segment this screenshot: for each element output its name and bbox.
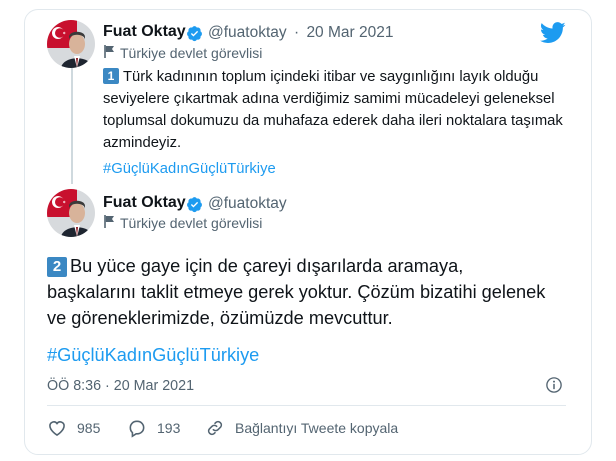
info-icon[interactable] — [545, 376, 563, 394]
number-badge: 1 — [103, 68, 119, 84]
twitter-bird-icon[interactable] — [540, 22, 566, 44]
flag-icon — [104, 215, 114, 228]
thread-connector — [71, 68, 73, 184]
tweet-date[interactable]: 20 Mar 2021 — [306, 24, 393, 41]
author-handle[interactable]: @fuatoktay — [208, 195, 287, 213]
handle-text: @fuatoktay — [208, 24, 287, 41]
link-icon — [207, 420, 223, 436]
avatar[interactable] — [47, 189, 95, 237]
avatar[interactable] — [47, 20, 95, 68]
tweet-text: 1 Türk kadınının toplum içindeki itibar v… — [103, 66, 573, 154]
heart-icon — [49, 421, 65, 437]
reply-count: 193 — [157, 420, 181, 436]
hashtag-link[interactable]: #GüçlüKadınGüçlüTürkiye — [47, 345, 259, 366]
gov-label: Türkiye devlet görevlisi — [103, 215, 262, 231]
reply-icon — [129, 420, 145, 438]
turkish-flag-icon — [47, 20, 95, 68]
divider — [47, 405, 566, 406]
tweet-text-body: Bu yüce gaye için de çareyi dışarılarda … — [47, 256, 546, 328]
reply-button[interactable]: 193 — [127, 418, 180, 438]
author-name[interactable]: Fuat Oktay — [103, 23, 186, 41]
hashtag-link[interactable]: #GüçlüKadınGüçlüTürkiye — [103, 161, 276, 177]
copy-link-button[interactable]: Bağlantıyı Tweete kopyala — [205, 418, 398, 438]
tweet-text: 2 Bu yüce gaye için de çareyi dışarılarda… — [47, 253, 557, 331]
number-badge: 2 — [47, 257, 67, 277]
verified-badge-icon — [187, 197, 202, 213]
flag-icon — [104, 45, 114, 58]
separator-dot: · — [293, 24, 300, 41]
like-button[interactable]: 985 — [47, 418, 100, 438]
gov-label-text: Türkiye devlet görevlisi — [120, 215, 263, 231]
verified-badge-icon — [187, 26, 202, 42]
author-handle[interactable]: @fuatoktay · 20 Mar 2021 — [208, 24, 393, 42]
tweet-text-body: Türk kadınının toplum içindeki itibar ve… — [103, 69, 563, 151]
author-name[interactable]: Fuat Oktay — [103, 194, 186, 212]
copy-link-label: Bağlantıyı Tweete kopyala — [235, 420, 399, 436]
like-count: 985 — [77, 420, 101, 436]
turkish-flag-icon — [47, 189, 95, 237]
gov-label-text: Türkiye devlet görevlisi — [120, 45, 263, 61]
tweet-timestamp[interactable]: ÖÖ 8:36 · 20 Mar 2021 — [47, 378, 194, 394]
gov-label: Türkiye devlet görevlisi — [103, 45, 262, 61]
